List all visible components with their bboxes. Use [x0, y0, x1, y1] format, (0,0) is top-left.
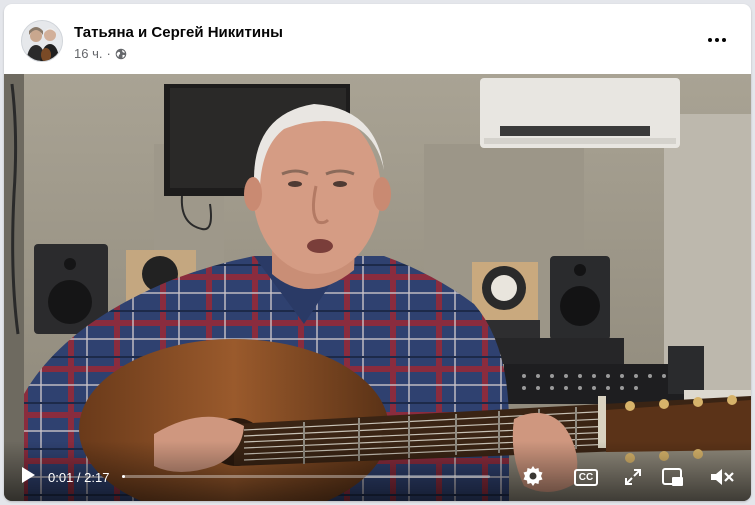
video-player[interactable]: 0:01 / 2:17 CC	[4, 74, 751, 501]
post-time[interactable]: 16 ч.	[74, 46, 102, 61]
duration: 2:17	[84, 470, 110, 485]
video-controls: 0:01 / 2:17 CC	[4, 441, 751, 501]
video-post: Татьяна и Сергей Никитины 16 ч. · 0:01 /…	[4, 4, 751, 501]
post-meta: 16 ч. ·	[74, 46, 127, 61]
captions-icon[interactable]: CC	[574, 469, 598, 486]
volume-muted-icon[interactable]	[710, 468, 734, 486]
author-name[interactable]: Татьяна и Сергей Никитины	[74, 24, 283, 41]
current-time: 0:01	[48, 470, 74, 485]
time-separator: /	[73, 470, 85, 485]
video-frame	[4, 74, 751, 501]
video-time: 0:01 / 2:17	[48, 470, 109, 485]
progress-fill	[122, 475, 125, 478]
settings-icon[interactable]	[522, 465, 544, 487]
meta-separator: ·	[106, 46, 111, 61]
more-options-icon[interactable]	[703, 30, 731, 50]
avatar-photo	[22, 21, 62, 61]
picture-in-picture-icon[interactable]	[662, 467, 684, 487]
fullscreen-icon[interactable]	[624, 468, 642, 486]
post-header: Татьяна и Сергей Никитины 16 ч. ·	[4, 4, 751, 74]
progress-bar[interactable]	[122, 475, 490, 478]
author-avatar[interactable]	[21, 20, 63, 62]
globe-icon	[115, 48, 127, 59]
play-icon[interactable]	[20, 466, 36, 484]
